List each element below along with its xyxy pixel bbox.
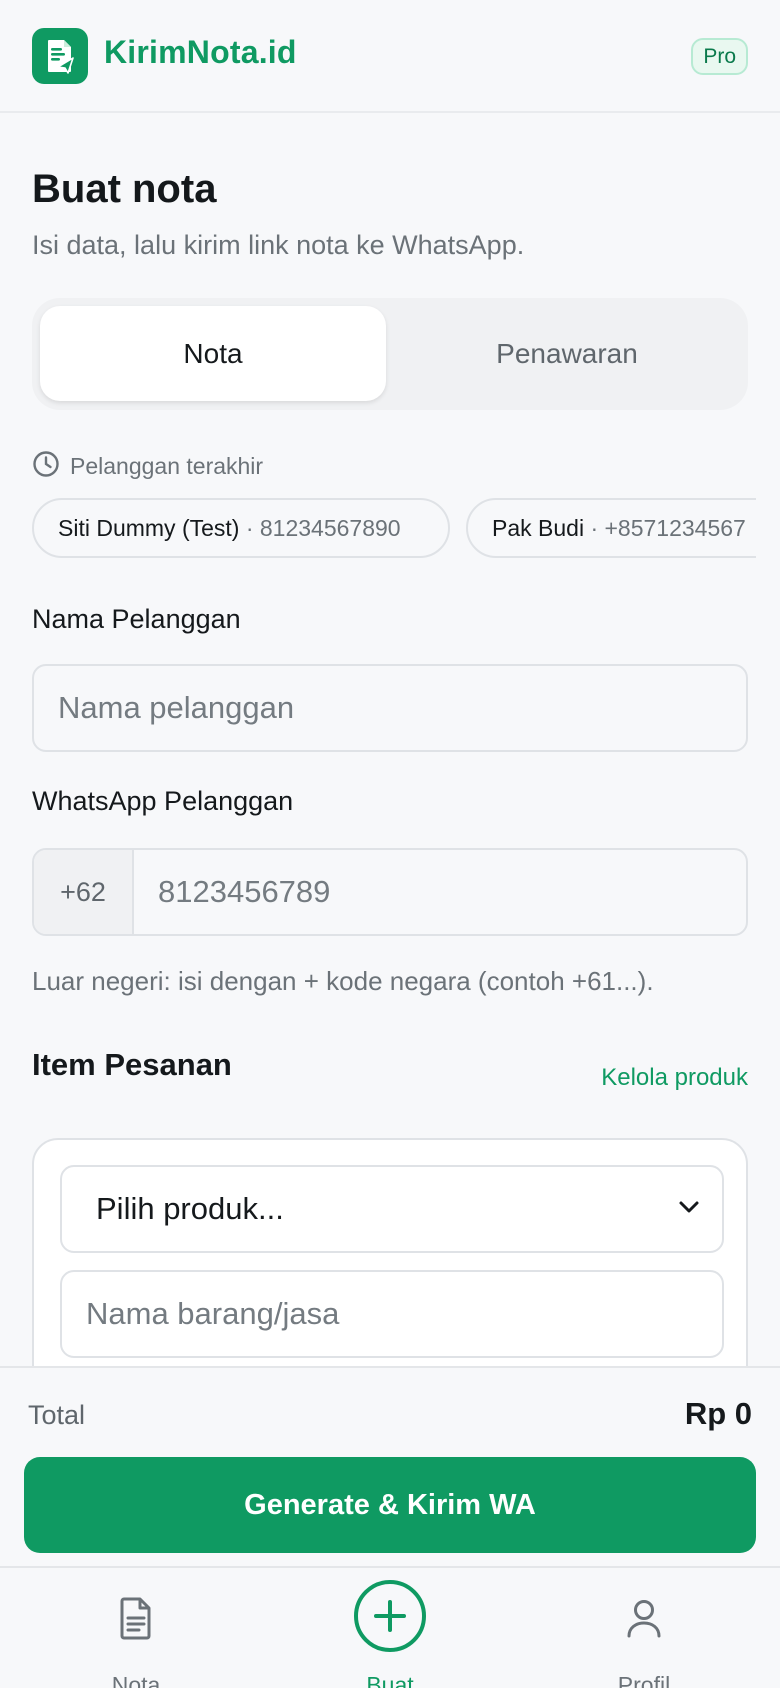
nav-item-buat[interactable]: Buat: [290, 1568, 490, 1688]
country-code-prefix: +62: [34, 850, 134, 934]
app-header: KirimNota.id Pro: [0, 0, 780, 113]
document-icon: [116, 1596, 156, 1645]
brand-name: KirimNota.id: [104, 34, 297, 70]
app-screen: KirimNota.id Pro Buat nota Isi data, lal…: [0, 0, 780, 1688]
product-select[interactable]: Pilih produk...: [60, 1165, 724, 1253]
nav-label-buat: Buat: [366, 1672, 414, 1688]
nav-item-profil[interactable]: Profil: [544, 1568, 744, 1688]
recent-customer-chip[interactable]: Siti Dummy (Test) · 81234567890: [32, 498, 450, 558]
user-icon: [624, 1596, 664, 1645]
document-type-tabs: Nota Penawaran: [32, 298, 748, 410]
page-title: Buat nota: [32, 167, 217, 211]
whatsapp-field-wrapper: +62: [32, 848, 748, 936]
nav-label-profil: Profil: [617, 1672, 671, 1688]
page-subtitle: Isi data, lalu kirim link nota ke WhatsA…: [32, 230, 525, 260]
summary-bar: Total Rp 0 Generate & Kirim WA: [0, 1366, 780, 1566]
whatsapp-input[interactable]: [134, 850, 746, 934]
whatsapp-hint: Luar negeri: isi dengan + kode negara (c…: [32, 966, 654, 996]
recent-customers-header: Pelanggan terakhir: [32, 450, 263, 483]
generate-send-wa-button[interactable]: Generate & Kirim WA: [24, 1457, 756, 1553]
total-label: Total: [28, 1400, 86, 1430]
plus-circle-icon: [354, 1580, 426, 1652]
chip-customer-phone: · +8571234567: [590, 515, 746, 541]
customer-name-label: Nama Pelanggan: [32, 604, 241, 634]
product-select-value: Pilih produk...: [96, 1191, 284, 1226]
recent-customers-list: Siti Dummy (Test) · 81234567890 Pak Budi…: [32, 498, 756, 558]
nav-label-nota: Nota: [111, 1672, 161, 1688]
pro-badge: Pro: [691, 38, 748, 75]
chip-customer-name: Siti Dummy (Test): [58, 515, 240, 541]
manage-products-link[interactable]: Kelola produk: [601, 1064, 748, 1092]
chevron-down-icon: [678, 1200, 700, 1219]
chip-customer-name: Pak Budi: [492, 515, 585, 541]
item-name-input[interactable]: [62, 1272, 722, 1356]
clock-icon: [32, 450, 60, 483]
customer-whatsapp-label: WhatsApp Pelanggan: [32, 786, 294, 816]
receipt-send-icon[interactable]: [32, 28, 88, 84]
chip-customer-phone: · 81234567890: [245, 515, 401, 541]
nav-item-nota[interactable]: Nota: [36, 1568, 236, 1688]
recent-customers-label: Pelanggan terakhir: [70, 453, 264, 479]
customer-name-input[interactable]: [34, 666, 746, 750]
item-name-field-wrapper: [60, 1270, 724, 1358]
customer-name-field-wrapper: [32, 664, 748, 752]
tab-nota[interactable]: Nota: [40, 306, 386, 401]
total-value: Rp 0: [684, 1396, 752, 1431]
recent-customer-chip[interactable]: Pak Budi · +8571234567: [466, 498, 756, 558]
items-section-title: Item Pesanan: [32, 1047, 232, 1082]
tab-penawaran[interactable]: Penawaran: [394, 306, 740, 401]
bottom-nav: Nota Buat Profil: [0, 1566, 780, 1688]
